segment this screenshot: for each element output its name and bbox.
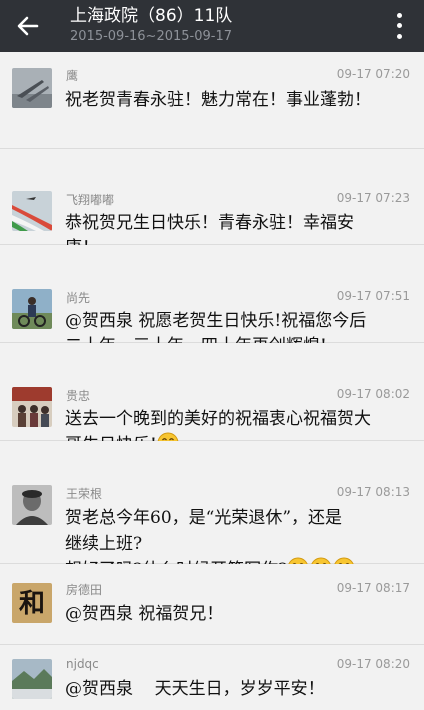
list-item[interactable]: 贵忠 09-17 08:02 送去一个晚到的美好的祝福衷心祝福贺大 哥生日快乐! (0, 343, 424, 455)
message-time: 09-17 07:20 (336, 67, 410, 81)
date-range: 2015-09-16~2015-09-17 (70, 29, 232, 44)
message-text: @贺西泉 天天生日，岁岁平安！ (65, 679, 325, 699)
avatar[interactable] (12, 485, 52, 525)
avatar[interactable] (12, 191, 52, 231)
message-text: 祝老贺青春永驻！魅力常在！事业蓬勃！ (65, 90, 371, 110)
list-item[interactable]: 王荣根 09-17 08:13 贺老总今年60，是“光荣退休”，还是 继续上班?… (0, 441, 424, 580)
list-item[interactable]: 鹰 09-17 07:20 祝老贺青春永驻！魅力常在！事业蓬勃！ (0, 52, 424, 149)
avatar[interactable] (12, 289, 52, 329)
back-button[interactable] (8, 6, 48, 46)
sender-name: 王荣根 (66, 487, 103, 501)
sender-name: 房德田 (66, 583, 103, 597)
list-item[interactable]: 飞翔嘟嘟 09-17 07:23 恭祝贺兄生日快乐！青春永驻！幸福安 康！ (0, 149, 424, 258)
message-time: 09-17 07:23 (336, 191, 410, 205)
list-item[interactable]: 和 房德田 09-17 08:17 @贺西泉 祝福贺兄！ (0, 564, 424, 645)
avatar-portrait-photo (12, 485, 52, 525)
list-item[interactable]: 尚先 09-17 07:51 @贺西泉 祝愿老贺生日快乐!祝福您今后 二十年，三… (0, 245, 424, 356)
message-time: 09-17 07:51 (336, 289, 410, 303)
avatar[interactable] (12, 387, 52, 427)
list-item[interactable]: njdqc 09-17 08:20 @贺西泉 天天生日，岁岁平安！ (0, 645, 424, 710)
sender-name: njdqc (66, 657, 99, 671)
page-title: 上海政院（86）11队 (70, 6, 233, 26)
message-time: 09-17 08:02 (336, 387, 410, 401)
sender-name: 贵忠 (66, 389, 91, 403)
back-arrow-icon (17, 16, 39, 36)
avatar-landscape-photo (12, 659, 52, 699)
avatar[interactable] (12, 68, 52, 108)
sender-name: 飞翔嘟嘟 (66, 193, 115, 207)
message-time: 09-17 08:13 (336, 485, 410, 499)
sender-name: 鹰 (66, 69, 79, 83)
avatar[interactable] (12, 659, 52, 699)
sender-name: 尚先 (66, 291, 91, 305)
title-bar: 上海政院（86）11队 2015-09-16~2015-09-17 (0, 0, 424, 52)
avatar-group-photo (12, 387, 52, 427)
svg-text:和: 和 (19, 589, 45, 619)
avatar-cyclist-photo (12, 289, 52, 329)
message-time: 09-17 08:20 (336, 657, 410, 671)
avatar-aerobatic-team-photo (12, 191, 52, 231)
message-time: 09-17 08:17 (336, 581, 410, 595)
avatar-calligraphy-he: 和 (12, 583, 52, 623)
more-vertical-icon (396, 12, 402, 18)
message-text: @贺西泉 祝福贺兄！ (65, 604, 224, 624)
more-menu-button[interactable] (388, 10, 410, 42)
avatar-jets-photo (12, 68, 52, 108)
message-list[interactable]: 鹰 09-17 07:20 祝老贺青春永驻！魅力常在！事业蓬勃！ 飞翔嘟嘟 09… (0, 52, 424, 710)
avatar[interactable]: 和 (12, 583, 52, 623)
